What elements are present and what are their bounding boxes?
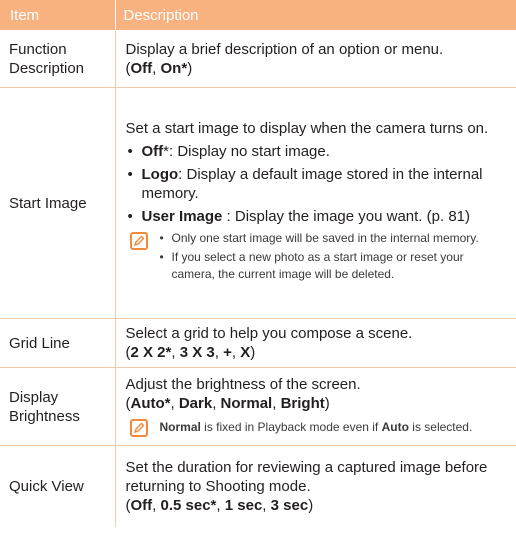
note-bold: Normal <box>159 419 201 434</box>
list-item: Off*: Display no start image. <box>126 142 509 161</box>
option-text: : Display a default image stored in the … <box>141 166 483 202</box>
description-text: Select a grid to help you compose a scen… <box>125 325 413 342</box>
description-text: Set a start image to display when the ca… <box>125 120 489 137</box>
option-value: Bright <box>280 394 325 412</box>
note-pencil-icon <box>129 418 148 437</box>
option-value: On* <box>160 59 188 77</box>
option-value: + <box>223 344 232 361</box>
table-row: Display Brightness Adjust the brightness… <box>0 367 516 446</box>
item-cell: Quick View <box>9 478 84 495</box>
note-pencil-icon <box>129 232 148 250</box>
settings-table: Item Description Function Description Di… <box>0 0 516 527</box>
list-item: User Image : Display the image you want.… <box>126 207 509 226</box>
option-list: Off*: Display no start image. Logo: Disp… <box>126 142 509 226</box>
item-cell: Start Image <box>0 87 115 319</box>
note-text: Normal is fixed in Playback mode even if… <box>160 417 473 437</box>
options-line: (2 X 2*, 3 X 3, +, X) <box>125 344 256 361</box>
option-value: X <box>240 344 251 361</box>
note-text-part: is selected. <box>408 419 473 434</box>
description-cell: Select a grid to help you compose a scen… <box>114 318 516 368</box>
table-header: Item Description <box>0 0 516 30</box>
options-line: (Auto*, Dark, Normal, Bright) <box>125 394 330 412</box>
option-value: 1 sec <box>224 497 263 514</box>
item-cell: Function Description <box>0 30 115 88</box>
option-value: 0.5 sec* <box>160 497 217 514</box>
note-box: Normal is fixed in Playback mode even if… <box>129 417 509 437</box>
description-text: Adjust the brightness of the screen. <box>125 375 361 393</box>
options-line: (Off, 0.5 sec*, 1 sec, 3 sec) <box>125 497 314 514</box>
description-text: Set the duration for reviewing a capture… <box>125 459 488 495</box>
item-cell: Grid Line <box>0 318 115 368</box>
list-item: Logo: Display a default image stored in … <box>126 165 509 203</box>
option-value: Normal <box>220 394 273 412</box>
option-value: 2 X 2* <box>130 344 172 361</box>
note-item: If you select a new photo as a start ima… <box>158 249 509 283</box>
header-item: Item <box>0 0 115 30</box>
table-row: Function Description Display a brief des… <box>0 30 516 88</box>
description-cell: Adjust the brightness of the screen. (Au… <box>114 367 516 446</box>
note-text-part: is fixed in Playback mode even if <box>200 419 382 434</box>
note-list: Only one start image will be saved in th… <box>158 230 509 285</box>
description-cell: Set the duration for reviewing a capture… <box>114 445 516 527</box>
description-text: Display a brief description of an option… <box>125 40 444 58</box>
option-label: Logo <box>141 166 179 183</box>
table-row: Grid Line Select a grid to help you comp… <box>0 318 516 368</box>
note-item: Only one start image will be saved in th… <box>158 230 509 247</box>
option-value: Off <box>130 59 153 77</box>
option-text: : Display no start image. <box>169 143 330 160</box>
option-value: 3 X 3 <box>179 344 215 361</box>
table-row: Start Image Set a start image to display… <box>0 87 516 319</box>
option-value: Dark <box>178 394 213 412</box>
options-line: (Off, On*) <box>125 59 193 77</box>
description-cell: Display a brief description of an option… <box>114 30 516 88</box>
note-box: Only one start image will be saved in th… <box>129 230 509 285</box>
note-bold: Auto <box>381 419 409 434</box>
option-label: Off <box>141 143 164 160</box>
table-row: Quick View Set the duration for reviewin… <box>0 445 516 527</box>
item-cell: Display Brightness <box>0 367 115 446</box>
option-label: User Image <box>141 208 223 225</box>
option-value: 3 sec <box>270 497 309 514</box>
option-value: Off <box>130 497 153 514</box>
option-value: Auto* <box>130 394 171 412</box>
header-description: Description <box>114 0 516 30</box>
option-text: : Display the image you want. (p. 81) <box>222 208 470 225</box>
description-cell: Set a start image to display when the ca… <box>114 87 516 319</box>
